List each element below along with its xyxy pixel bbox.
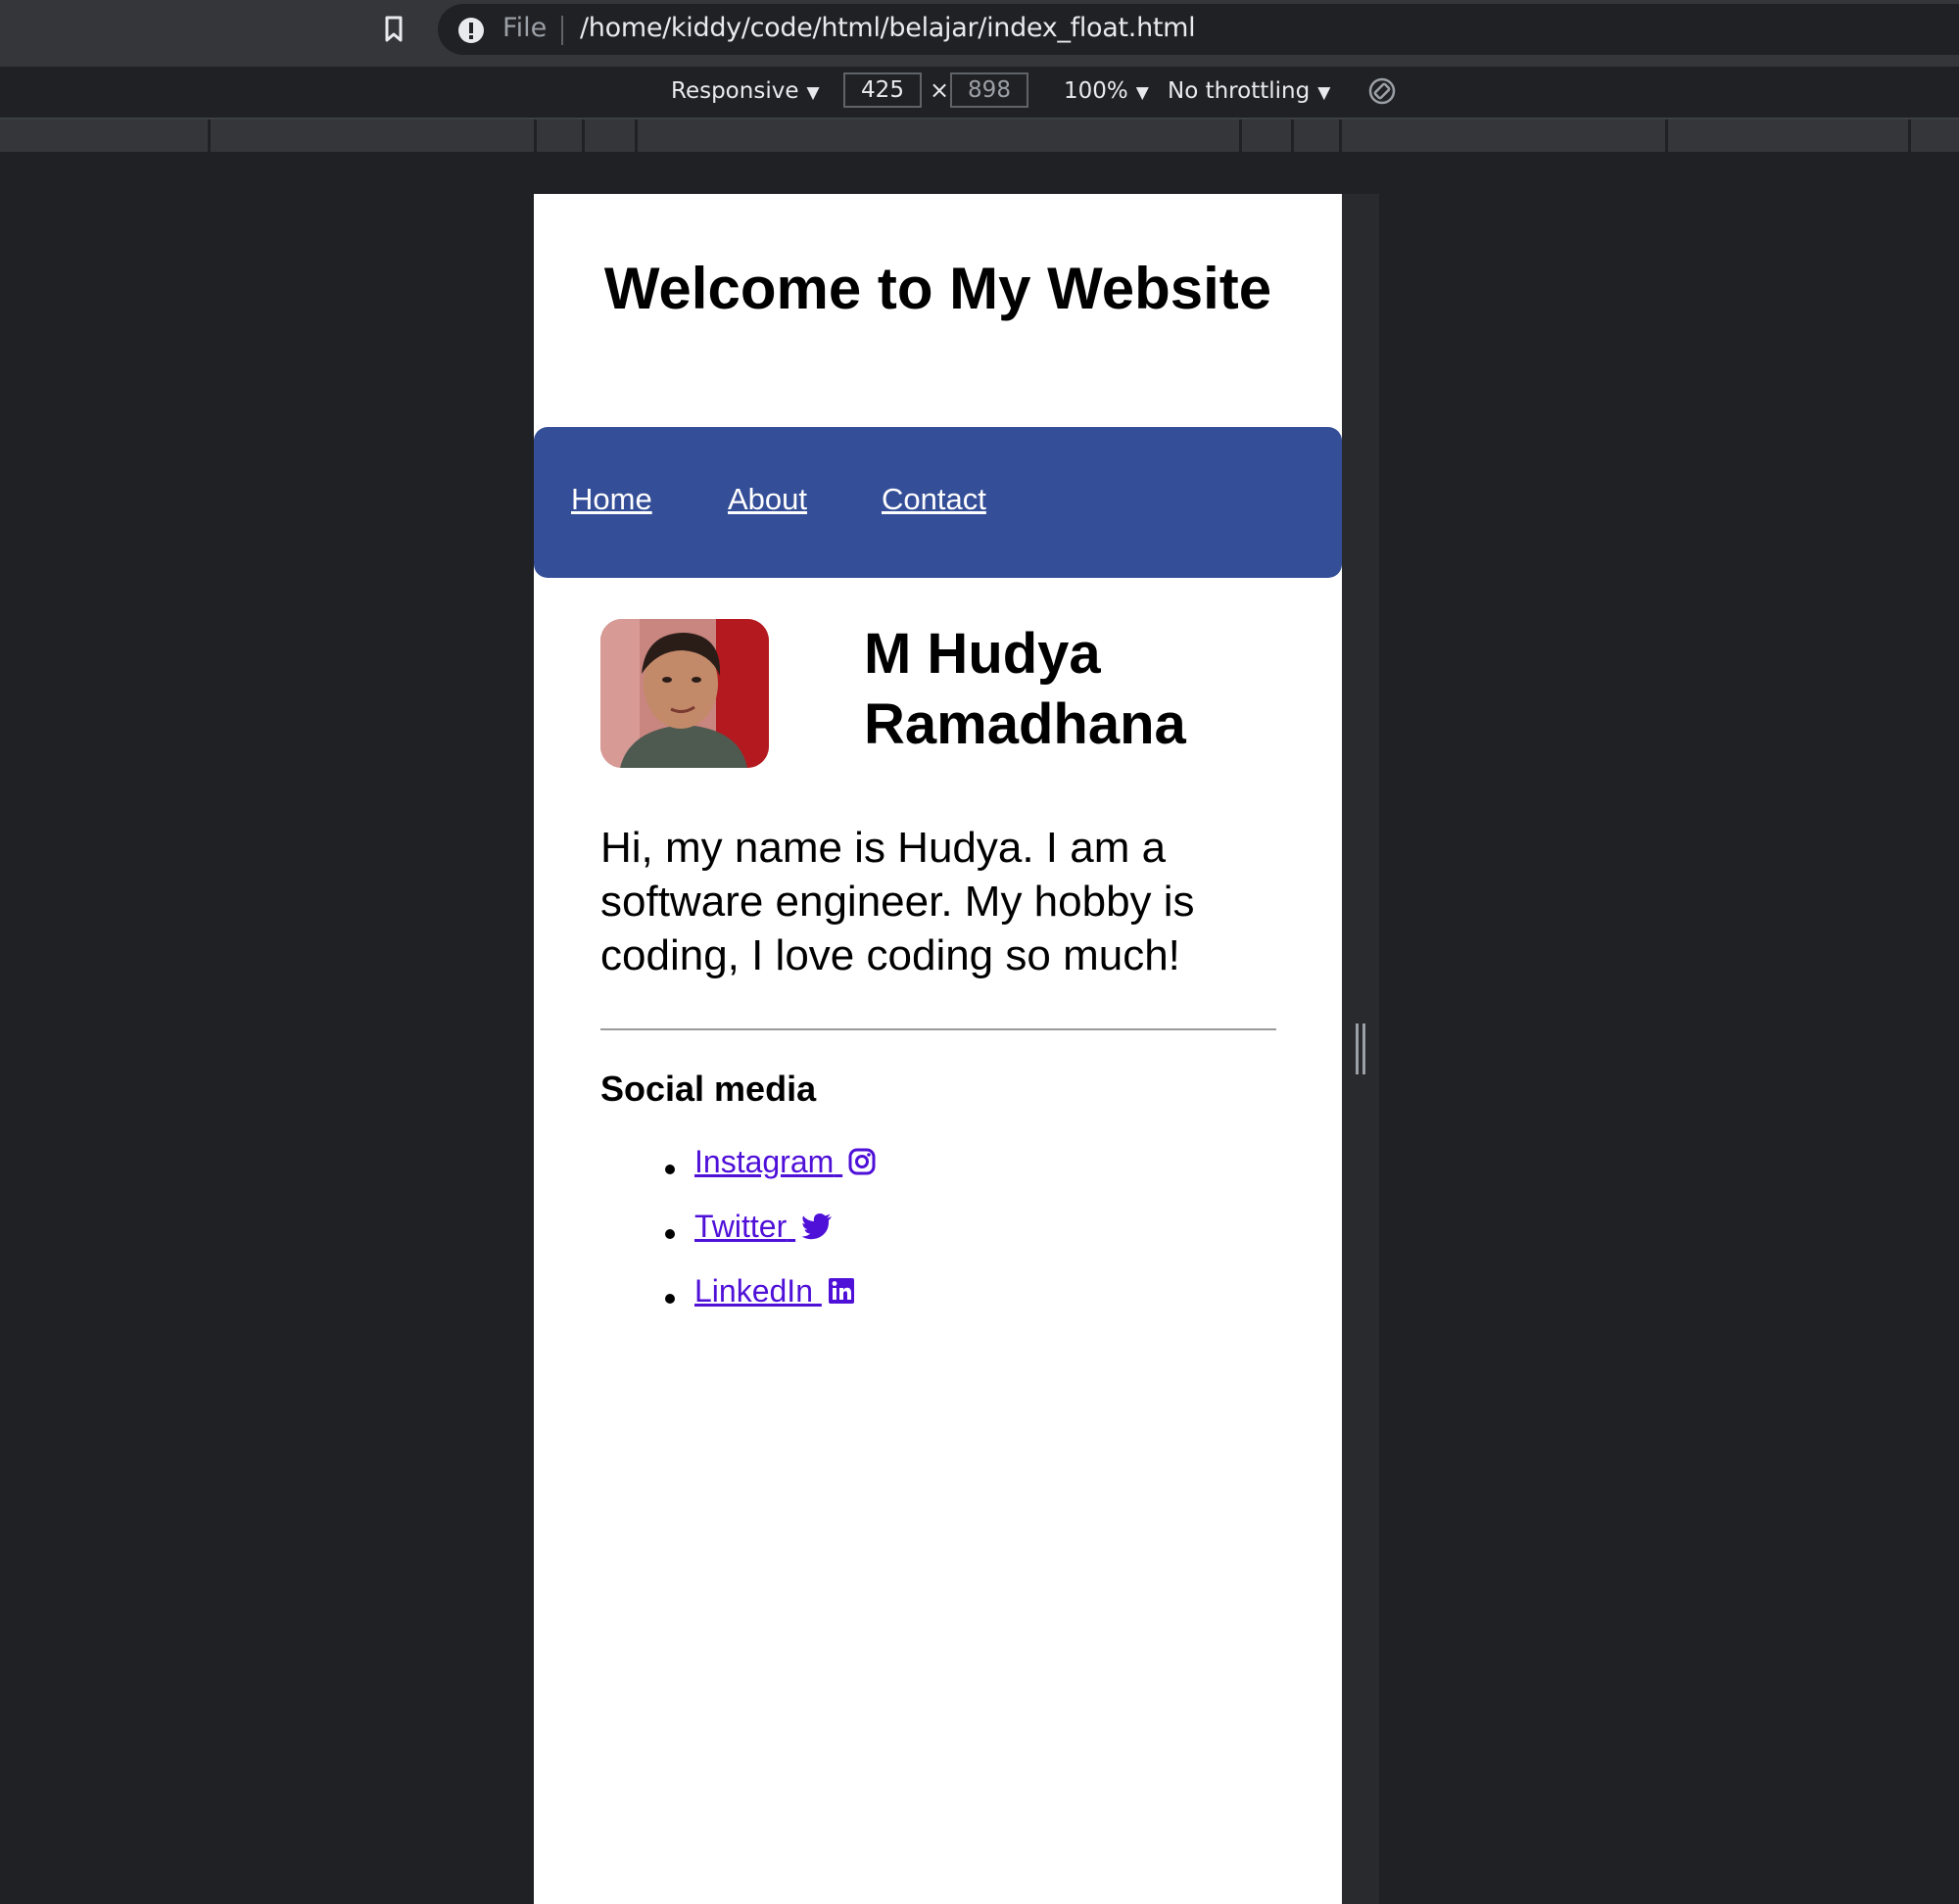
ruler-segment[interactable]	[208, 119, 211, 152]
chevron-down-icon: ▼	[1317, 83, 1331, 103]
chevron-down-icon: ▼	[1135, 83, 1149, 103]
ruler-segment[interactable]	[1291, 119, 1294, 152]
info-icon[interactable]	[457, 17, 485, 44]
instagram-link[interactable]: Instagram	[694, 1144, 876, 1180]
social-heading: Social media	[600, 1069, 817, 1109]
instagram-icon	[848, 1148, 876, 1175]
device-select-label: Responsive	[671, 78, 799, 104]
resize-handle[interactable]	[1356, 1023, 1365, 1074]
twitter-link[interactable]: Twitter	[694, 1209, 833, 1245]
chevron-down-icon: ▼	[806, 83, 820, 103]
bookmark-icon[interactable]	[384, 16, 404, 43]
device-select[interactable]: Responsive ▼	[671, 78, 820, 104]
bullet	[665, 1229, 675, 1239]
instagram-link-label: Instagram	[694, 1144, 835, 1179]
ruler-segment[interactable]	[582, 119, 585, 152]
nav-link-about[interactable]: About	[728, 482, 807, 517]
url-text[interactable]: /home/kiddy/code/html/belajar/index_floa…	[580, 13, 1196, 43]
viewport-width-input[interactable]: 425	[843, 72, 922, 108]
profile-name: M Hudya Ramadhana	[864, 622, 1186, 756]
address-bar[interactable]: File /home/kiddy/code/html/belajar/index…	[438, 4, 1959, 55]
ruler-segment[interactable]	[1339, 119, 1342, 152]
linkedin-icon	[828, 1278, 854, 1304]
bio-text: Hi, my name is Hudya. I am a software en…	[600, 824, 1195, 979]
zoom-select-label: 100%	[1064, 78, 1128, 104]
rotate-icon[interactable]	[1367, 76, 1397, 106]
linkedin-link[interactable]: LinkedIn	[694, 1273, 855, 1309]
device-toolbar: Responsive ▼ 425 × 898 100% ▼ No throttlin…	[0, 67, 1959, 119]
twitter-link-label: Twitter	[694, 1209, 788, 1244]
divider	[600, 1028, 1276, 1030]
ruler-segment[interactable]	[1239, 119, 1242, 152]
url-separator	[561, 16, 563, 45]
media-query-ruler[interactable]	[0, 119, 1959, 152]
linkedin-link-label: LinkedIn	[694, 1273, 813, 1309]
file-scheme-label: File	[502, 13, 548, 43]
nav-link-home[interactable]: Home	[571, 482, 652, 517]
ruler-segment[interactable]	[635, 119, 638, 152]
zoom-select[interactable]: 100% ▼	[1064, 78, 1149, 104]
ruler-segment[interactable]	[1665, 119, 1668, 152]
twitter-icon	[801, 1214, 833, 1240]
bullet	[665, 1165, 675, 1174]
browser-toolbar: File /home/kiddy/code/html/belajar/index…	[0, 0, 1959, 67]
viewport-height-input[interactable]: 898	[950, 72, 1028, 108]
dimension-separator: ×	[930, 76, 950, 104]
ruler-segment[interactable]	[534, 119, 537, 152]
bullet	[665, 1294, 675, 1304]
site-title: Welcome to My Website	[603, 256, 1272, 321]
avatar	[600, 619, 769, 768]
nav-link-contact[interactable]: Contact	[882, 482, 986, 517]
throttling-select-label: No throttling	[1168, 78, 1311, 104]
main-nav: Home About Contact	[534, 427, 1342, 578]
page-viewport: Welcome to My Website Home About Contact…	[534, 194, 1342, 1904]
ruler-segment[interactable]	[1908, 119, 1911, 152]
throttling-select[interactable]: No throttling ▼	[1168, 78, 1330, 104]
